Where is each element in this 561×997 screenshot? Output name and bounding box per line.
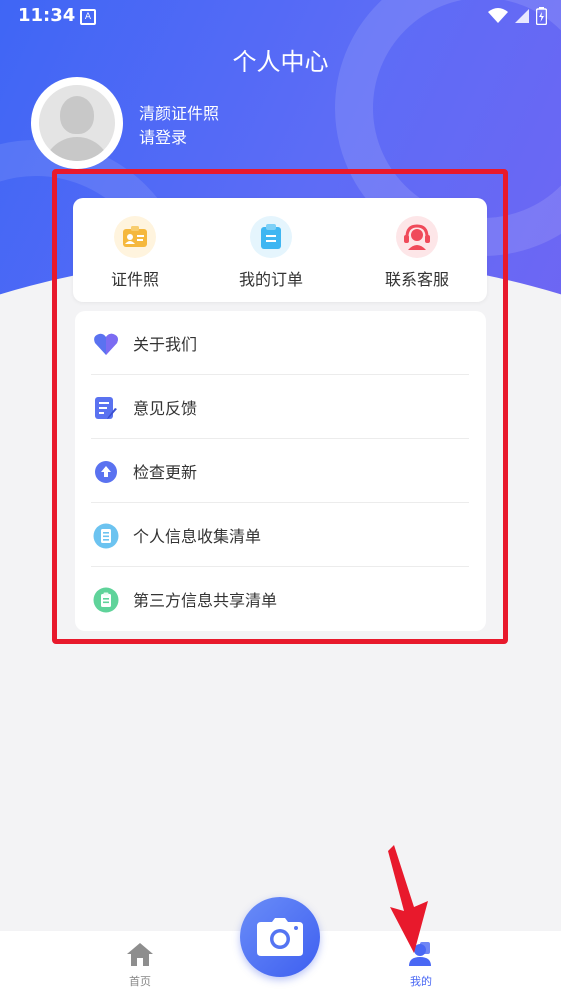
menu-item-label: 关于我们 bbox=[133, 335, 198, 354]
menu-item-feedback[interactable]: 意见反馈 bbox=[91, 375, 469, 439]
tab-label: 我的 bbox=[410, 975, 432, 988]
clipboard-list-icon bbox=[93, 587, 119, 613]
document-list-icon bbox=[93, 523, 119, 549]
quick-action-my-orders[interactable]: 我的订单 bbox=[211, 216, 331, 290]
status-time: 11:34 bbox=[18, 5, 76, 26]
tab-home[interactable]: 首页 bbox=[100, 941, 180, 989]
home-icon bbox=[127, 943, 153, 966]
quick-action-id-photo[interactable]: 证件照 bbox=[75, 216, 195, 290]
user-name: 清颜证件照 bbox=[139, 104, 220, 123]
menu-item-check-update[interactable]: 检查更新 bbox=[91, 439, 469, 503]
menu-item-personal-info-list[interactable]: 个人信息收集清单 bbox=[91, 503, 469, 567]
camera-icon bbox=[257, 918, 303, 956]
page-title: 个人中心 bbox=[232, 48, 329, 76]
id-card-icon bbox=[114, 216, 156, 258]
menu-item-third-party-sharing-list[interactable]: 第三方信息共享清单 bbox=[91, 567, 469, 631]
quick-action-label: 联系客服 bbox=[384, 270, 449, 289]
menu-item-label: 个人信息收集清单 bbox=[133, 527, 262, 546]
menu-item-label: 第三方信息共享清单 bbox=[133, 591, 278, 610]
heart-icon bbox=[94, 333, 118, 355]
order-clipboard-icon bbox=[250, 216, 292, 258]
quick-action-customer-service[interactable]: 联系客服 bbox=[357, 216, 477, 290]
camera-button[interactable] bbox=[240, 897, 320, 977]
wifi-icon bbox=[488, 8, 508, 23]
quick-action-label: 我的订单 bbox=[238, 270, 303, 289]
system-icons bbox=[488, 7, 547, 25]
quick-action-label: 证件照 bbox=[110, 270, 159, 289]
login-link[interactable]: 请登录 bbox=[139, 124, 187, 148]
default-avatar-icon bbox=[39, 85, 115, 161]
quick-actions-card: 证件照 我的订单 联系客服 bbox=[73, 198, 487, 302]
tab-label: 首页 bbox=[129, 975, 151, 988]
menu-item-label: 检查更新 bbox=[133, 463, 198, 482]
feedback-icon bbox=[95, 397, 117, 419]
red-arrow-icon bbox=[388, 845, 428, 953]
avatar[interactable] bbox=[31, 77, 123, 169]
status-bar: 11:34 A bbox=[0, 0, 561, 34]
update-arrow-icon bbox=[95, 461, 117, 483]
battery-icon bbox=[536, 7, 547, 25]
settings-menu: 关于我们 意见反馈 检查更新 个人信息收集清单 第三方信息共享清单 bbox=[75, 311, 486, 631]
customer-service-icon bbox=[396, 216, 438, 258]
notification-icon: A bbox=[80, 9, 96, 25]
signal-icon bbox=[515, 9, 529, 23]
menu-item-label: 意见反馈 bbox=[133, 399, 198, 418]
menu-item-about-us[interactable]: 关于我们 bbox=[91, 311, 469, 375]
